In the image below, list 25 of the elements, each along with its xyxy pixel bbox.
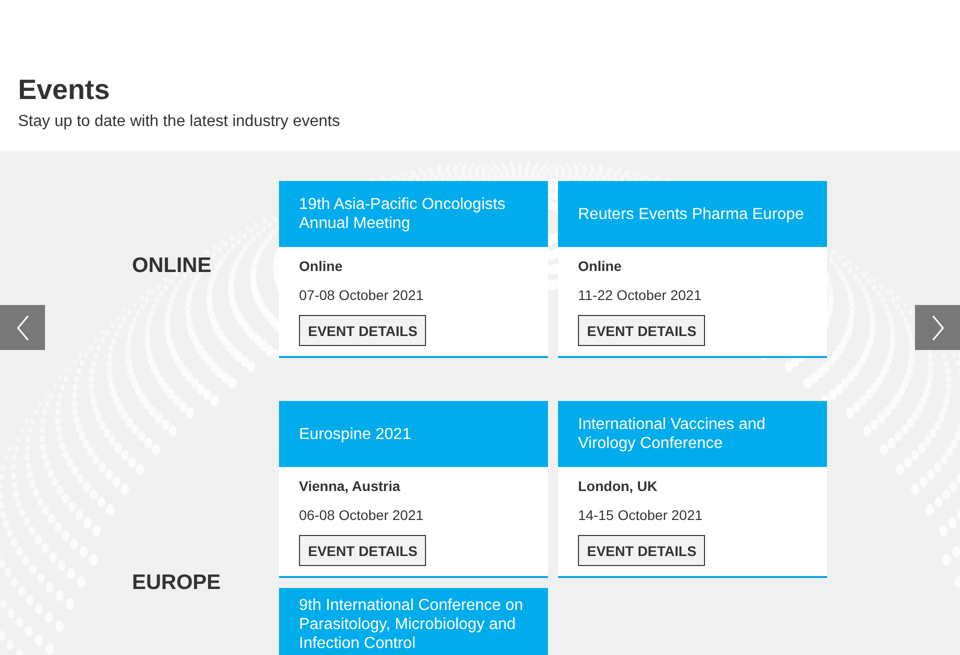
event-date: 14-15 October 2021 (578, 506, 703, 525)
page-subtitle: Stay up to date with the latest industry events (18, 112, 341, 132)
event-date: 11-22 October 2021 (578, 286, 702, 305)
event-title[interactable]: Reuters Events Pharma Europe (558, 181, 827, 247)
event-date: 06-08 October 2021 (299, 506, 424, 525)
event-details-button[interactable]: EVENT DETAILS (299, 315, 426, 346)
event-details-button[interactable]: EVENT DETAILS (578, 535, 706, 566)
previous-button[interactable] (0, 305, 45, 350)
region-label: EUROPE (132, 570, 221, 596)
next-button[interactable] (915, 305, 960, 350)
event-location: Online (578, 257, 622, 276)
event-title[interactable]: 9th International Conference on Parasitology, Microbiology and Infection Control (279, 588, 548, 655)
event-title[interactable]: International Vaccines and Virology Conference (558, 401, 827, 467)
chevron-right-icon (930, 314, 944, 340)
event-title[interactable]: 19th Asia-Pacific Oncologists Annual Meeting (279, 181, 548, 247)
event-location: Vienna, Austria (299, 477, 400, 496)
event-details-button[interactable]: EVENT DETAILS (578, 315, 706, 346)
event-location: London, UK (578, 477, 658, 496)
region-label: ONLINE (132, 252, 212, 278)
event-title[interactable]: Eurospine 2021 (279, 401, 548, 467)
event-location: Online (299, 257, 343, 276)
event-details-button[interactable]: EVENT DETAILS (299, 535, 426, 566)
chevron-left-icon (16, 314, 30, 340)
event-date: 07-08 October 2021 (299, 286, 424, 305)
page-title: Events (18, 73, 111, 107)
